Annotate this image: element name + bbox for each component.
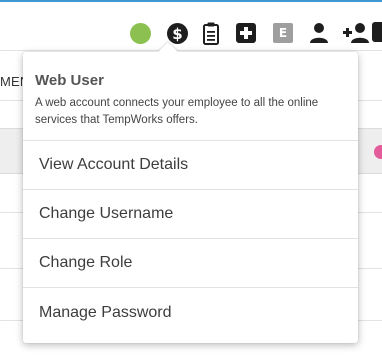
e-badge-icon[interactable]: E — [273, 23, 293, 43]
page: $ E MEN Web User A web account connects … — [0, 0, 382, 359]
overflow-icon[interactable] — [372, 22, 382, 42]
menu-item-view-account-details[interactable]: View Account Details — [23, 141, 358, 190]
web-user-dropdown: Web User A web account connects your emp… — [23, 42, 358, 343]
status-online-icon[interactable] — [130, 23, 151, 44]
dropdown-description: A web account connects your employee to … — [35, 97, 319, 126]
person-add-icon[interactable] — [342, 22, 370, 44]
menu-item-change-username[interactable]: Change Username — [23, 190, 358, 239]
status-badge — [374, 145, 382, 159]
dropdown-header: Web User A web account connects your emp… — [23, 52, 358, 141]
toolbar: $ E — [0, 0, 382, 50]
dollar-icon[interactable]: $ — [167, 23, 188, 44]
divider — [0, 50, 382, 51]
menu-item-manage-password[interactable]: Manage Password — [23, 288, 358, 337]
menu-item-change-role[interactable]: Change Role — [23, 239, 358, 288]
medical-plus-icon[interactable] — [236, 23, 256, 43]
dropdown-title: Web User — [35, 72, 104, 89]
person-icon[interactable] — [309, 22, 329, 44]
clipboard-icon[interactable] — [201, 21, 221, 45]
